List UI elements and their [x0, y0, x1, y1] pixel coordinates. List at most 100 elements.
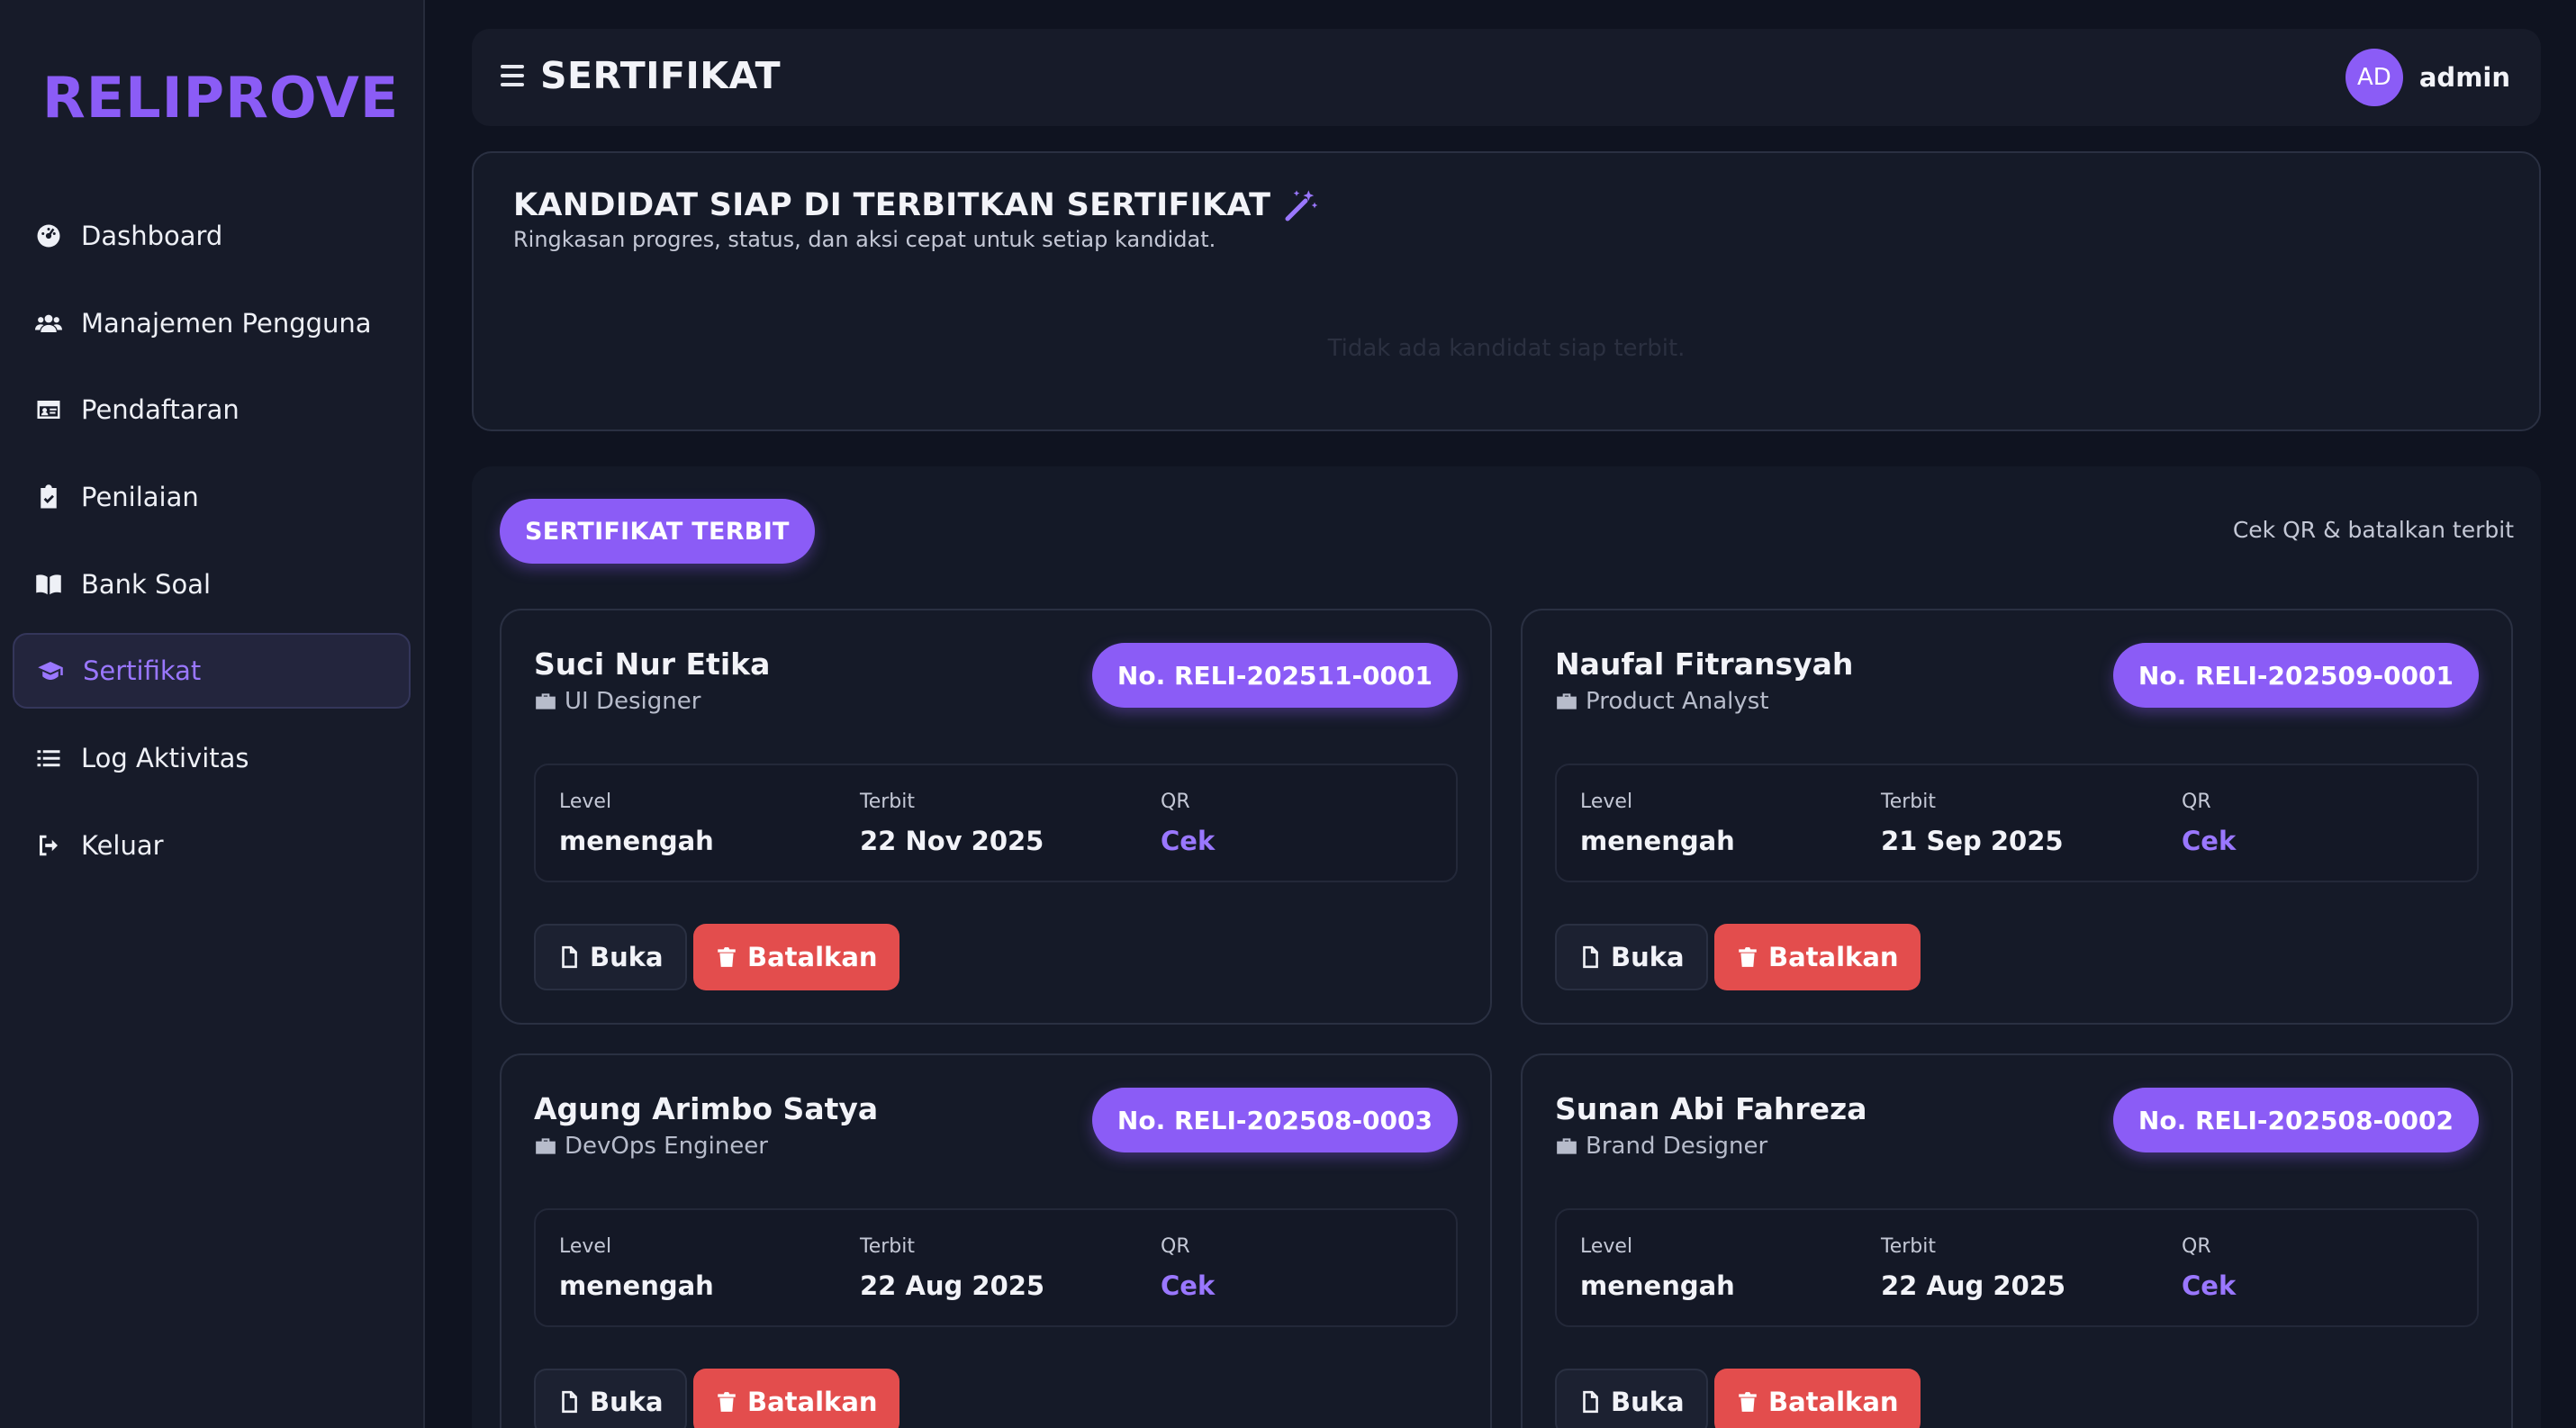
- qr-label: QR: [2182, 1235, 2211, 1258]
- certificate-card: Suci Nur Etika UI Designer No. RELI-2025…: [500, 609, 1492, 1025]
- issued-column: Terbit 22 Aug 2025: [1881, 1235, 2065, 1301]
- open-button[interactable]: Buka: [1555, 1369, 1708, 1428]
- level-value: menengah: [559, 1270, 714, 1301]
- level-label: Level: [1580, 1235, 1633, 1258]
- open-button[interactable]: Buka: [534, 924, 687, 990]
- qr-column: QR Cek: [1161, 791, 1215, 856]
- magic-wand-icon: [1285, 190, 1318, 221]
- open-button[interactable]: Buka: [1555, 924, 1708, 990]
- open-label: Buka: [590, 942, 664, 972]
- briefcase-icon: [536, 1138, 556, 1154]
- certificate-info: Level menengah Terbit 22 Aug 2025 QR Cek: [1555, 1208, 2479, 1327]
- issued-value: 22 Nov 2025: [860, 826, 1044, 856]
- certificate-number-badge: No. RELI-202508-0003: [1091, 1088, 1458, 1152]
- open-label: Buka: [1611, 942, 1685, 972]
- user-menu[interactable]: AD admin: [2345, 49, 2510, 106]
- qr-label: QR: [1161, 791, 1190, 813]
- briefcase-icon: [1557, 693, 1577, 709]
- top-header: SERTIFIKAT AD admin: [472, 29, 2541, 126]
- certificate-number-badge: No. RELI-202509-0001: [2112, 643, 2479, 708]
- sidebar-item-label: Sertifikat: [83, 655, 202, 687]
- brand-logo: RELIPROVE: [42, 65, 400, 131]
- list-icon: [34, 744, 63, 773]
- cancel-label: Batalkan: [1768, 942, 1899, 972]
- role-text: DevOps Engineer: [565, 1133, 768, 1160]
- cancel-button[interactable]: Batalkan: [1714, 1369, 1921, 1428]
- ready-candidates-title: KANDIDAT SIAP DI TERBITKAN SERTIFIKAT: [513, 187, 1319, 223]
- book-open-icon: [34, 570, 63, 599]
- level-label: Level: [1580, 791, 1633, 813]
- ready-candidates-panel: KANDIDAT SIAP DI TERBITKAN SERTIFIKAT Ri…: [472, 151, 2541, 431]
- cancel-button[interactable]: Batalkan: [693, 924, 899, 990]
- level-label: Level: [559, 791, 612, 813]
- qr-check-link[interactable]: Cek: [1161, 826, 1215, 856]
- open-label: Buka: [1611, 1387, 1685, 1417]
- page-title: SERTIFIKAT: [540, 54, 782, 97]
- qr-check-link[interactable]: Cek: [2182, 826, 2236, 856]
- level-column: Level menengah: [559, 791, 714, 856]
- sidebar-item-label: Pendaftaran: [81, 394, 240, 426]
- avatar: AD: [2345, 49, 2403, 106]
- level-value: menengah: [1580, 1270, 1735, 1301]
- qr-column: QR Cek: [1161, 1235, 1215, 1301]
- cancel-button[interactable]: Batalkan: [693, 1369, 899, 1428]
- sidebar-item-users[interactable]: Manajemen Pengguna: [13, 285, 411, 361]
- issued-certificates-panel: SERTIFIKAT TERBIT Cek QR & batalkan terb…: [472, 466, 2541, 1428]
- issued-label: Terbit: [1881, 1235, 1936, 1258]
- candidate-role: DevOps Engineer: [534, 1133, 768, 1160]
- issued-column: Terbit 21 Sep 2025: [1881, 791, 2064, 856]
- sidebar-item-label: Dashboard: [81, 221, 223, 251]
- sidebar-item-label: Penilaian: [81, 482, 199, 513]
- qr-label: QR: [2182, 791, 2211, 813]
- candidate-name: Sunan Abi Fahreza: [1555, 1091, 1867, 1126]
- sidebar-item-registration[interactable]: Pendaftaran: [13, 372, 411, 447]
- issued-label: Terbit: [860, 791, 915, 813]
- candidate-role: Product Analyst: [1555, 688, 1769, 715]
- open-label: Buka: [590, 1387, 664, 1417]
- certificate-info: Level menengah Terbit 22 Nov 2025 QR Cek: [534, 764, 1458, 882]
- certificate-info: Level menengah Terbit 21 Sep 2025 QR Cek: [1555, 764, 2479, 882]
- file-icon: [1583, 1390, 1598, 1414]
- qr-check-link[interactable]: Cek: [2182, 1270, 2236, 1301]
- sidebar-item-label: Keluar: [81, 829, 164, 861]
- candidate-name: Naufal Fitransyah: [1555, 646, 1854, 682]
- ready-title-text: KANDIDAT SIAP DI TERBITKAN SERTIFIKAT: [513, 187, 1271, 223]
- qr-label: QR: [1161, 1235, 1190, 1258]
- cancel-label: Batalkan: [1768, 1387, 1899, 1417]
- username: admin: [2418, 62, 2510, 93]
- briefcase-icon: [536, 693, 556, 709]
- trash-icon: [718, 947, 736, 967]
- candidate-role: Brand Designer: [1555, 1133, 1767, 1160]
- sidebar-item-assessment[interactable]: Penilaian: [13, 459, 411, 535]
- issued-column: Terbit 22 Nov 2025: [860, 791, 1044, 856]
- level-value: menengah: [559, 826, 714, 856]
- issued-certificates-title: SERTIFIKAT TERBIT: [500, 499, 815, 564]
- sidebar-item-label: Log Aktivitas: [81, 743, 249, 774]
- sidebar-item-dashboard[interactable]: Dashboard: [13, 198, 411, 274]
- graduation-cap-icon: [36, 656, 65, 685]
- qr-column: QR Cek: [2182, 1235, 2236, 1301]
- qr-check-link[interactable]: Cek: [1161, 1270, 1215, 1301]
- sidebar-nav: Dashboard Manajemen Pengguna Pendaftaran…: [13, 198, 411, 895]
- issued-certificates-hint: Cek QR & batalkan terbit: [2232, 517, 2514, 543]
- sidebar-item-label: Bank Soal: [81, 568, 212, 600]
- certificate-number-badge: No. RELI-202511-0001: [1091, 643, 1458, 708]
- open-button[interactable]: Buka: [534, 1369, 687, 1428]
- ready-candidates-subtitle: Ringkasan progres, status, dan aksi cepa…: [513, 227, 1216, 252]
- sidebar-item-question-bank[interactable]: Bank Soal: [13, 547, 411, 622]
- dashboard-icon: [34, 221, 63, 250]
- candidate-name: Agung Arimbo Satya: [534, 1091, 879, 1126]
- briefcase-icon: [1557, 1138, 1577, 1154]
- level-column: Level menengah: [1580, 1235, 1735, 1301]
- sidebar-item-logout[interactable]: Keluar: [13, 808, 411, 883]
- level-label: Level: [559, 1235, 612, 1258]
- qr-column: QR Cek: [2182, 791, 2236, 856]
- cancel-label: Batalkan: [747, 1387, 878, 1417]
- sidebar-item-certificate[interactable]: Sertifikat: [13, 633, 411, 709]
- issued-value: 22 Aug 2025: [1881, 1270, 2066, 1301]
- menu-toggle-icon[interactable]: [501, 65, 524, 88]
- issued-label: Terbit: [860, 1235, 915, 1258]
- certificate-number-badge: No. RELI-202508-0002: [2112, 1088, 2479, 1152]
- cancel-button[interactable]: Batalkan: [1714, 924, 1921, 990]
- sidebar-item-activity-log[interactable]: Log Aktivitas: [13, 720, 411, 796]
